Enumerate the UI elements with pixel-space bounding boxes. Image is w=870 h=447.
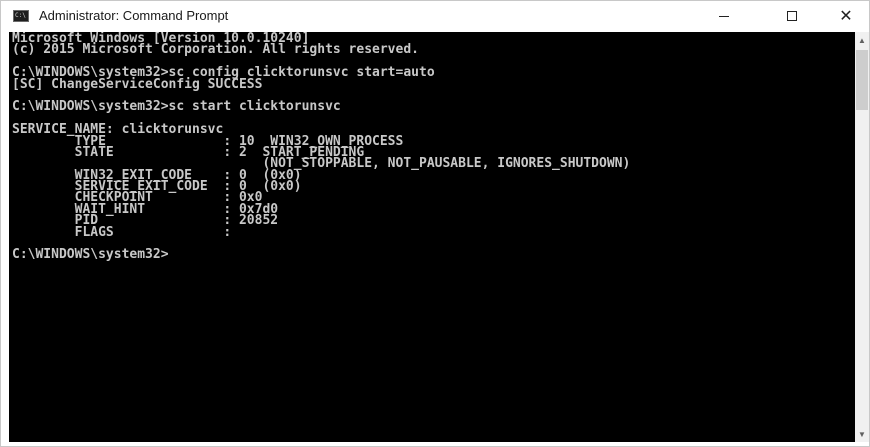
- title-bar[interactable]: Administrator: Command Prompt ✕: [1, 1, 869, 31]
- minimize-button[interactable]: [701, 1, 747, 31]
- scroll-up-arrow-icon[interactable]: ▲: [855, 32, 869, 48]
- close-button[interactable]: ✕: [823, 1, 869, 31]
- vertical-scrollbar[interactable]: ▲ ▼: [855, 32, 869, 442]
- console-line: C:\WINDOWS\system32>sc start clicktoruns…: [12, 99, 341, 115]
- cmd-icon[interactable]: [13, 10, 29, 22]
- minimize-icon: [719, 15, 729, 17]
- console-output[interactable]: Microsoft Windows [Version 10.0.10240] (c…: [9, 32, 855, 442]
- console-line: C:\WINDOWS\system32>: [12, 247, 169, 263]
- maximize-icon: [787, 11, 797, 21]
- console-line: (c) 2015 Microsoft Corporation. All righ…: [12, 42, 419, 58]
- scrollbar-thumb[interactable]: [856, 50, 868, 110]
- command-prompt-window: Administrator: Command Prompt ✕ Microsof…: [0, 0, 870, 447]
- console-line: [SC] ChangeServiceConfig SUCCESS: [12, 76, 263, 92]
- close-icon: ✕: [839, 6, 853, 25]
- console-lines: Microsoft Windows [Version 10.0.10240] (c…: [12, 32, 630, 263]
- window-title: Administrator: Command Prompt: [39, 8, 229, 23]
- console-line: FLAGS :: [12, 224, 232, 240]
- maximize-button[interactable]: [769, 1, 815, 31]
- scroll-down-arrow-icon[interactable]: ▼: [855, 426, 869, 442]
